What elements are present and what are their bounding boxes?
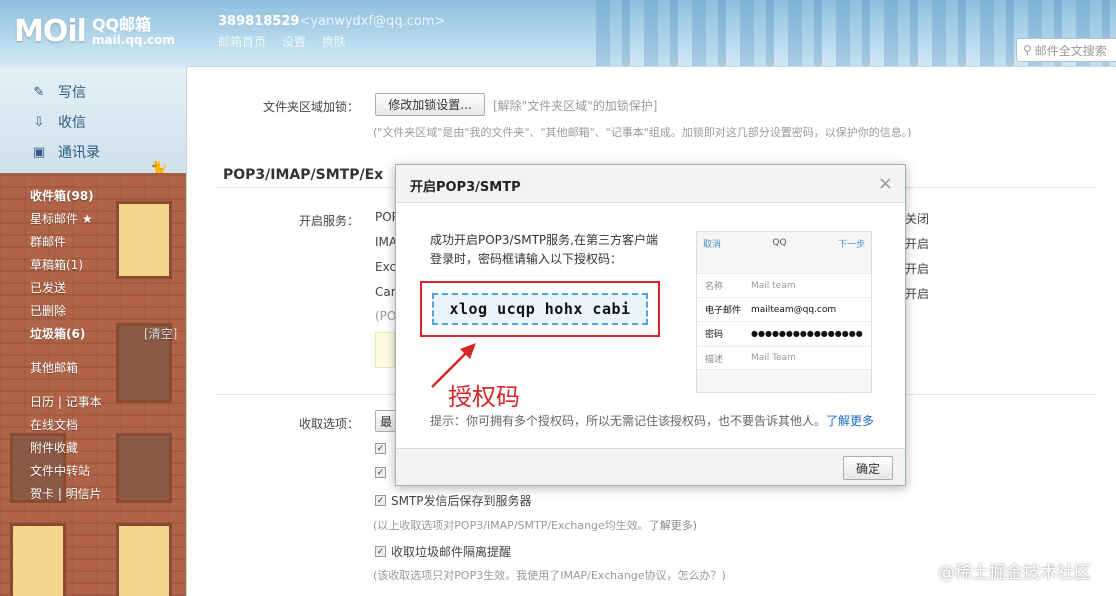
note-effective: (以上收取选项对POP3/IMAP/SMTP/Exchange均生效。了解更多) xyxy=(373,519,698,532)
spam-reminder-checkbox[interactable]: ✓ 收取垃圾邮件隔离提醒 xyxy=(375,543,511,560)
qq-mail-logo[interactable]: MOil QQ邮箱 mail.qq.com xyxy=(14,14,175,49)
phone-row-email: 电子邮件 mailteam@qq.com xyxy=(697,297,871,321)
auth-code[interactable]: xlog ucqp hohx cabi xyxy=(432,293,648,325)
folder-calendar-notes[interactable]: 日历 | 记事本 xyxy=(30,393,102,410)
sidebar: ✎ 写信 ⇩ 收信 ▣ 通讯录 🐈 收件箱(98) 星标邮件 ★ 群邮件 草稿箱… xyxy=(0,68,186,596)
checkbox-checked-icon: ✓ xyxy=(375,546,386,557)
smtp-save-label: SMTP发信后保存到服务器 xyxy=(391,494,532,508)
folder-attachments[interactable]: 附件收藏 xyxy=(30,439,78,456)
smtp-save-checkbox[interactable]: ✓ SMTP发信后保存到服务器 xyxy=(375,492,532,509)
contacts-label: 通讯录 xyxy=(58,145,100,161)
learn-more-link[interactable]: 了解更多) xyxy=(649,519,697,532)
service-carddav-status[interactable]: 开启 xyxy=(905,285,929,302)
account-id: 389818529 xyxy=(218,14,300,29)
compose-label: 写信 xyxy=(58,85,86,101)
phone-title: QQ xyxy=(772,238,787,248)
folder-starred[interactable]: 星标邮件 ★ xyxy=(30,210,93,227)
section-title: POP3/IMAP/SMTP/Ex xyxy=(223,167,384,183)
folder-deleted[interactable]: 已删除 xyxy=(30,302,66,319)
phone-next: 下一步 xyxy=(837,239,865,250)
folder-lock-label: 文件夹区域加锁： xyxy=(263,100,360,114)
service-carddav: Car xyxy=(375,285,396,299)
folder-inbox[interactable]: 收件箱(98) xyxy=(30,187,94,204)
logo-domain: mail.qq.com xyxy=(91,32,175,47)
pencil-icon: ✎ xyxy=(33,84,45,100)
note-pop3-only: (该收取选项只对POP3生效。我使用了IMAP/Exchange协议，怎么办？) xyxy=(373,569,726,582)
logo-mark: MOil xyxy=(14,14,87,49)
phone-cancel: 取消 xyxy=(703,239,722,250)
phone-row-password: 密码 ●●●●●●●●●●●●●●●● xyxy=(697,321,871,345)
auth-code-annotation: 授权码 xyxy=(448,383,520,411)
folder-file-transfer[interactable]: 文件中转站 xyxy=(30,462,90,479)
logo-name: QQ邮箱 xyxy=(91,14,152,34)
folder-sent[interactable]: 已发送 xyxy=(30,279,66,296)
receive-option-1[interactable]: ✓ xyxy=(375,443,391,454)
checkbox-checked-icon: ✓ xyxy=(375,495,386,506)
folder-cards[interactable]: 贺卡 | 明信片 xyxy=(30,485,102,502)
search-input[interactable]: ⚲ 邮件全文搜索 xyxy=(1016,38,1116,62)
dialog-header: 开启POP3/SMTP × xyxy=(396,165,905,203)
unlock-folder-link[interactable]: [解除"文件夹区域"的加锁保护] xyxy=(493,97,657,114)
account-info: 389818529<yanwydxf@qq.com> 邮箱首页 设置 换肤 xyxy=(218,14,445,50)
folder-other-mailboxes[interactable]: 其他邮箱 xyxy=(30,359,78,376)
dialog-title: 开启POP3/SMTP xyxy=(410,180,521,195)
receive-options-label: 收取选项： xyxy=(299,417,360,431)
service-pop-status[interactable]: 关闭 xyxy=(905,210,929,227)
service-imap: IMA xyxy=(375,235,398,249)
tip-learn-more-link[interactable]: 了解更多 xyxy=(826,414,874,428)
account-email: <yanwydxf@qq.com> xyxy=(299,14,446,29)
search-placeholder: 邮件全文搜索 xyxy=(1034,43,1107,58)
link-mail-home[interactable]: 邮箱首页 xyxy=(218,35,266,49)
folder-drafts[interactable]: 草稿箱(1) xyxy=(30,256,83,273)
dialog-description: 成功开启POP3/SMTP服务,在第三方客户端 登录时，密码框请输入以下授权码： xyxy=(430,233,658,266)
confirm-button[interactable]: 确定 xyxy=(843,456,893,480)
brick-wall-decoration xyxy=(0,173,186,596)
phone-row-name: 名称 Mail team xyxy=(697,273,871,297)
close-icon[interactable]: × xyxy=(878,173,893,194)
folder-spam[interactable]: 垃圾箱(6) xyxy=(30,325,85,342)
top-bar: MOil QQ邮箱 mail.qq.com 389818529<yanwydxf… xyxy=(0,0,1116,68)
receive-option-2[interactable]: ✓ xyxy=(375,467,391,478)
phone-row-description: 描述 Mail Team xyxy=(697,346,871,370)
inbox-label: 收信 xyxy=(58,115,86,131)
service-imap-status[interactable]: 开启 xyxy=(905,235,929,252)
link-change-skin[interactable]: 换肤 xyxy=(322,35,346,49)
dialog-tip: 提示：你可拥有多个授权码，所以无需记住该授权码，也不要告诉其他人。了解更多 xyxy=(430,414,875,428)
watermark: @稀土掘金技术社区 xyxy=(938,563,1091,583)
enable-service-label: 开启服务： xyxy=(299,214,360,228)
pop-hint: (PO xyxy=(375,309,397,323)
search-icon: ⚲ xyxy=(1023,43,1032,57)
auth-code-highlight: xlog ucqp hohx cabi xyxy=(420,281,660,337)
inbox-button[interactable]: ⇩ 收信 xyxy=(30,112,86,132)
dialog-footer: 确定 xyxy=(396,448,905,485)
service-exchange-status[interactable]: 开启 xyxy=(905,260,929,277)
link-settings[interactable]: 设置 xyxy=(282,35,306,49)
compose-button[interactable]: ✎ 写信 xyxy=(30,82,86,102)
service-exchange: Exc xyxy=(375,260,397,274)
spam-reminder-label: 收取垃圾邮件隔离提醒 xyxy=(391,545,512,559)
account-address: 389818529<yanwydxf@qq.com> xyxy=(218,14,445,29)
folder-group[interactable]: 群邮件 xyxy=(30,233,66,250)
download-icon: ⇩ xyxy=(33,114,45,130)
contacts-button[interactable]: ▣ 通讯录 xyxy=(30,142,100,162)
folder-online-docs[interactable]: 在线文档 xyxy=(30,416,78,433)
contact-card-icon: ▣ xyxy=(32,144,46,160)
client-config-illustration: 取消 QQ 下一步 名称 Mail team 电子邮件 mailteam@qq.… xyxy=(696,231,872,393)
modify-lock-button[interactable]: 修改加锁设置... xyxy=(375,93,485,116)
folder-lock-hint: ("文件夹区域"是由"我的文件夹"、"其他邮箱"、"记事本"组成。加锁即对这几部… xyxy=(373,126,912,139)
clear-spam-link[interactable]: [清空] xyxy=(144,325,177,342)
auth-code-dialog: 开启POP3/SMTP × 成功开启POP3/SMTP服务,在第三方客户端 登录… xyxy=(395,164,906,486)
